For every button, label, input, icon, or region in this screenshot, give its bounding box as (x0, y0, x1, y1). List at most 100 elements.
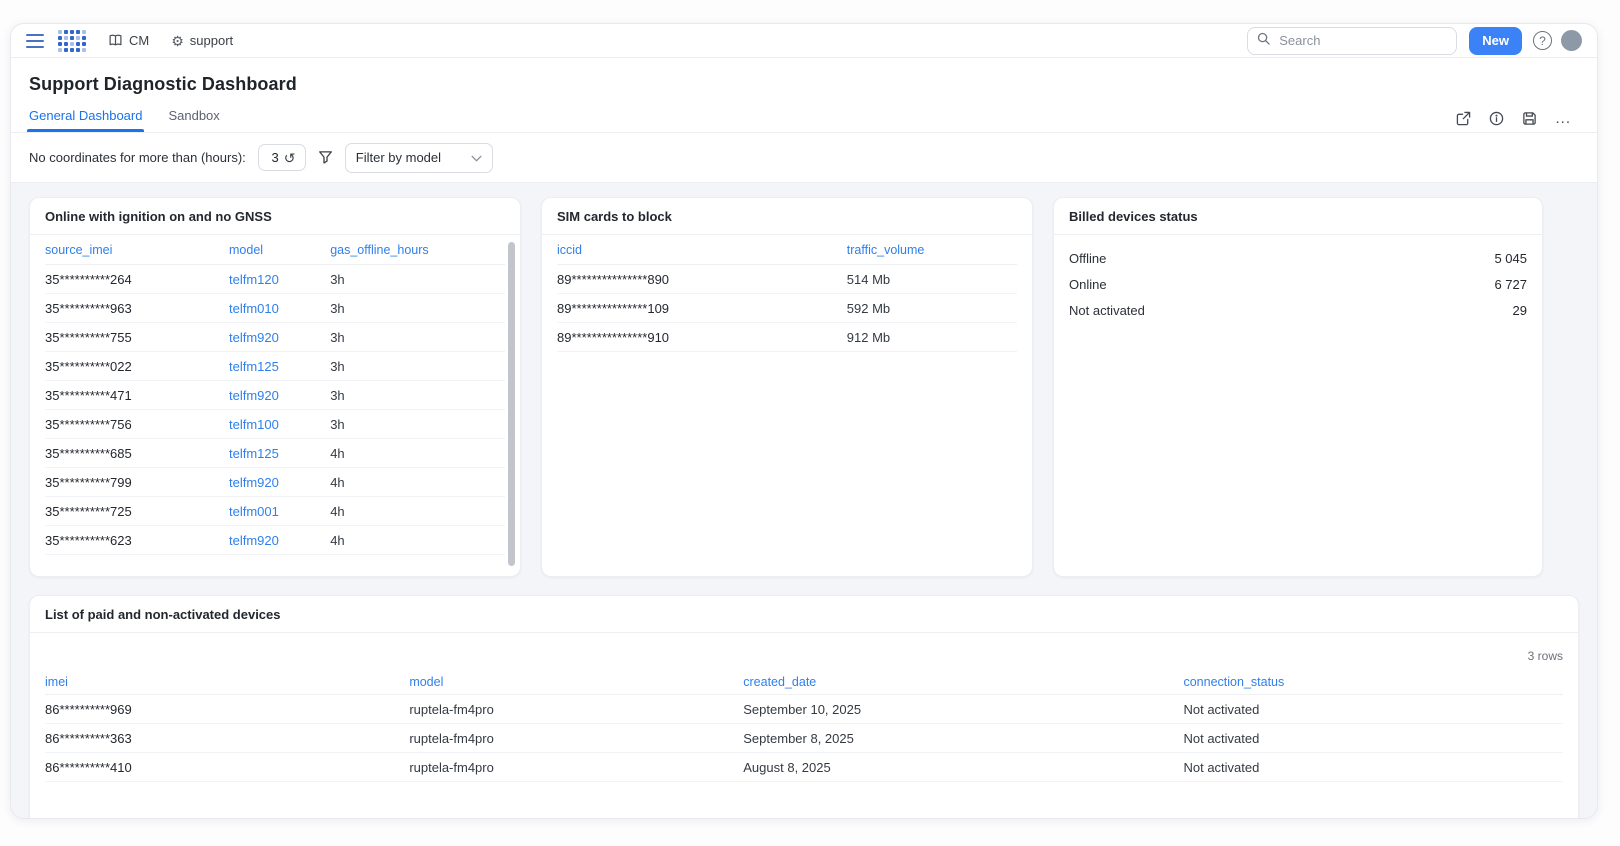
page-title: Support Diagnostic Dashboard (29, 74, 297, 94)
cell-model-link[interactable]: telfm920 (229, 475, 330, 490)
paid-table-header: imei model created_date connection_statu… (45, 669, 1563, 695)
cell-imei: 86**********969 (45, 701, 132, 717)
cell-model: ruptela-fm4pro (409, 701, 494, 717)
gear-icon: ⚙ (171, 32, 184, 49)
nav-support[interactable]: ⚙ support (171, 33, 233, 48)
model-filter-placeholder: Filter by model (355, 150, 442, 165)
nav-cm-label: CM (129, 33, 150, 48)
cell-imei: 35**********685 (45, 445, 132, 461)
cards-row: Online with ignition on and no GNSS sour… (29, 197, 1579, 577)
col-gas-offline-hours[interactable]: gas_offline_hours (330, 243, 505, 257)
stat-row-not-activated: Not activated 29 (1069, 297, 1527, 323)
cell-hours: 3h (330, 416, 345, 432)
table-row: 86**********410 ruptela-fm4pro August 8,… (45, 753, 1563, 782)
tab-sandbox[interactable]: Sandbox (168, 108, 219, 132)
menu-icon[interactable] (26, 33, 44, 48)
cell-connection-status: Not activated (1183, 730, 1260, 746)
card-paid-title: List of paid and non-activated devices (30, 596, 1578, 633)
hours-input[interactable] (264, 149, 281, 166)
cell-hours: 3h (330, 387, 345, 403)
brand-logo[interactable] (58, 29, 86, 52)
cell-hours: 4h (330, 503, 345, 519)
refresh-icon[interactable]: ↺ (284, 151, 296, 165)
table-row: 89***************910 912 Mb (557, 323, 1017, 352)
gnss-table-header: source_imei model gas_offline_hours (45, 235, 505, 265)
col-model[interactable]: model (409, 675, 743, 689)
filter-funnel-icon[interactable] (318, 150, 333, 165)
card-sim: SIM cards to block iccid traffic_volume … (541, 197, 1033, 577)
col-created-date[interactable]: created_date (743, 675, 1183, 689)
cell-model-link[interactable]: telfm100 (229, 417, 330, 432)
top-bar: CM ⚙ support New ? (11, 24, 1597, 58)
open-external-button[interactable] (1456, 111, 1471, 126)
question-icon: ? (1539, 33, 1546, 48)
table-row: 35**********264 telfm120 3h (45, 265, 505, 294)
ellipsis-icon: ... (1555, 109, 1571, 127)
cell-model-link[interactable]: telfm920 (229, 533, 330, 548)
table-row: 86**********363 ruptela-fm4pro September… (45, 724, 1563, 753)
model-filter-select[interactable]: Filter by model (344, 142, 493, 173)
cell-connection-status: Not activated (1183, 701, 1260, 717)
book-icon (108, 34, 123, 47)
cell-connection-status: Not activated (1183, 759, 1260, 775)
col-connection-status[interactable]: connection_status (1183, 675, 1563, 689)
col-traffic-volume[interactable]: traffic_volume (847, 243, 1017, 257)
cell-model: ruptela-fm4pro (409, 730, 494, 746)
card-gnss-title: Online with ignition on and no GNSS (30, 198, 520, 235)
user-avatar[interactable] (1561, 30, 1582, 51)
cell-hours: 3h (330, 358, 345, 374)
cell-iccid: 89***************890 (557, 271, 670, 287)
nav-support-label: support (189, 33, 234, 48)
cell-imei: 35**********264 (45, 271, 132, 287)
cell-model-link[interactable]: telfm920 (229, 330, 330, 345)
cell-imei: 35**********755 (45, 329, 132, 345)
cell-hours: 4h (330, 532, 345, 548)
cell-traffic: 514 Mb (846, 271, 891, 287)
sim-table: iccid traffic_volume 89***************89… (542, 235, 1032, 352)
page-actions: ... (1456, 111, 1571, 126)
search-box[interactable] (1247, 26, 1458, 55)
table-row: 35**********623 telfm920 4h (45, 526, 505, 555)
table-row: 35**********022 telfm125 3h (45, 352, 505, 381)
cell-model-link[interactable]: telfm120 (229, 272, 330, 287)
nav-cm[interactable]: CM (108, 33, 149, 48)
cell-imei: 86**********410 (45, 759, 132, 775)
cell-model-link[interactable]: telfm125 (229, 359, 330, 374)
stat-value: 6 727 (1494, 276, 1527, 292)
save-button[interactable] (1522, 111, 1537, 126)
cell-imei: 35**********022 (45, 358, 132, 374)
chevron-down-icon (471, 150, 482, 165)
cell-imei: 35**********963 (45, 300, 132, 316)
cell-model-link[interactable]: telfm001 (229, 504, 330, 519)
hours-filter-label: No coordinates for more than (hours): (29, 150, 246, 165)
col-iccid[interactable]: iccid (557, 243, 847, 257)
cell-model-link[interactable]: telfm920 (229, 388, 330, 403)
rows-count: 3 rows (1527, 649, 1563, 663)
stat-label: Not activated (1069, 302, 1145, 318)
sim-table-header: iccid traffic_volume (557, 235, 1017, 265)
cell-model-link[interactable]: telfm125 (229, 446, 330, 461)
table-row: 35**********471 telfm920 3h (45, 381, 505, 410)
tab-general-dashboard[interactable]: General Dashboard (26, 108, 145, 132)
card-billed: Billed devices status Offline 5 045 Onli… (1053, 197, 1543, 577)
info-button[interactable] (1489, 111, 1504, 126)
cell-imei: 35**********756 (45, 416, 132, 432)
stat-value: 29 (1512, 302, 1527, 318)
col-source-imei[interactable]: source_imei (45, 243, 229, 257)
dashboard-content: Online with ignition on and no GNSS sour… (11, 183, 1597, 818)
cell-hours: 3h (330, 271, 345, 287)
cell-model-link[interactable]: telfm010 (229, 301, 330, 316)
col-imei[interactable]: imei (45, 675, 409, 689)
filter-bar: No coordinates for more than (hours): ↺ … (11, 133, 1597, 183)
cell-imei: 35**********725 (45, 503, 132, 519)
more-button[interactable]: ... (1555, 109, 1571, 127)
gnss-table: source_imei model gas_offline_hours 35**… (30, 235, 520, 555)
stat-label: Offline (1069, 250, 1107, 266)
table-row: 35**********963 telfm010 3h (45, 294, 505, 323)
new-button[interactable]: New (1469, 26, 1522, 55)
screen: CM ⚙ support New ? Support Dia (0, 0, 1620, 846)
search-input[interactable] (1277, 32, 1458, 49)
col-model[interactable]: model (229, 243, 330, 257)
vertical-scrollbar[interactable] (508, 242, 515, 566)
help-button[interactable]: ? (1533, 31, 1552, 50)
